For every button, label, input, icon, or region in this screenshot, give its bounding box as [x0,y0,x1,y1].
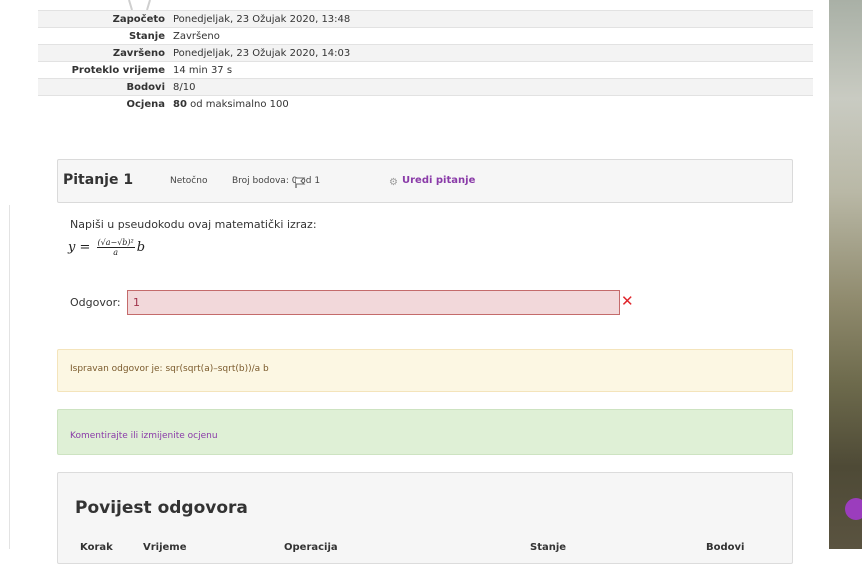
summary-value: Ponedjeljak, 23 Ožujak 2020, 13:48 [169,10,813,28]
left-divider [9,205,10,549]
history-col-marks: Bodovi [706,542,745,553]
floating-action-button[interactable] [845,498,862,520]
summary-value: Završeno [169,27,813,45]
summary-row: Proteklo vrijeme 14 min 37 s [38,61,813,79]
summary-row: Ocjena 80 od maksimalno 100 [38,95,813,112]
background-photo [829,0,862,549]
history-title: Povijest odgovora [75,498,248,518]
edit-question-link[interactable]: Uredi pitanje [402,175,475,186]
grade-max: od maksimalno 100 [186,98,289,110]
answer-label: Odgovor: [70,296,121,309]
summary-value: Ponedjeljak, 23 Ožujak 2020, 14:03 [169,44,813,62]
gear-icon: ⚙ [389,177,398,188]
comment-box: Komentirajte ili izmijenite ocjenu [57,409,793,455]
summary-value: 14 min 37 s [169,61,813,79]
question-title: Pitanje 1 [63,172,134,188]
question-prompt: Napiši u pseudokodu ovaj matematički izr… [70,218,317,231]
summary-row: Stanje Završeno [38,27,813,45]
summary-row: Bodovi 8/10 [38,78,813,96]
summary-label: Bodovi [38,78,169,96]
grade-value: 80 [173,98,187,110]
history-col-action: Operacija [284,542,338,553]
history-col-step: Korak [80,542,113,553]
question-state: Netočno [170,176,208,186]
summary-label: Završeno [38,44,169,62]
right-answer-text: Ispravan odgovor je: sqr(sqrt(a)–sqrt(b)… [70,364,269,374]
attempt-summary-table: Započeto Ponedjeljak, 23 Ožujak 2020, 13… [38,10,813,112]
response-history: Povijest odgovora Korak Vrijeme Operacij… [57,472,793,564]
right-answer-box: Ispravan odgovor je: sqr(sqrt(a)–sqrt(b)… [57,349,793,392]
math-formula: y = (√a−√b)² a b [68,238,146,257]
summary-value: 80 od maksimalno 100 [169,95,813,112]
summary-label: Proteklo vrijeme [38,61,169,79]
history-col-state: Stanje [530,542,567,553]
summary-row: Započeto Ponedjeljak, 23 Ožujak 2020, 13… [38,10,813,28]
comment-link[interactable]: Komentirajte ili izmijenite ocjenu [70,431,218,441]
summary-label: Stanje [38,27,169,45]
summary-label: Ocjena [38,95,169,112]
summary-value: 8/10 [169,78,813,96]
answer-input[interactable] [127,290,620,315]
summary-label: Započeto [38,10,169,28]
question-header: Pitanje 1 Netočno Broj bodova: 0 od 1 ⚙ … [57,159,793,203]
cross-icon: ✕ [621,292,634,310]
summary-row: Završeno Ponedjeljak, 23 Ožujak 2020, 14… [38,44,813,62]
history-col-time: Vrijeme [143,542,187,553]
flag-icon[interactable] [293,175,307,189]
